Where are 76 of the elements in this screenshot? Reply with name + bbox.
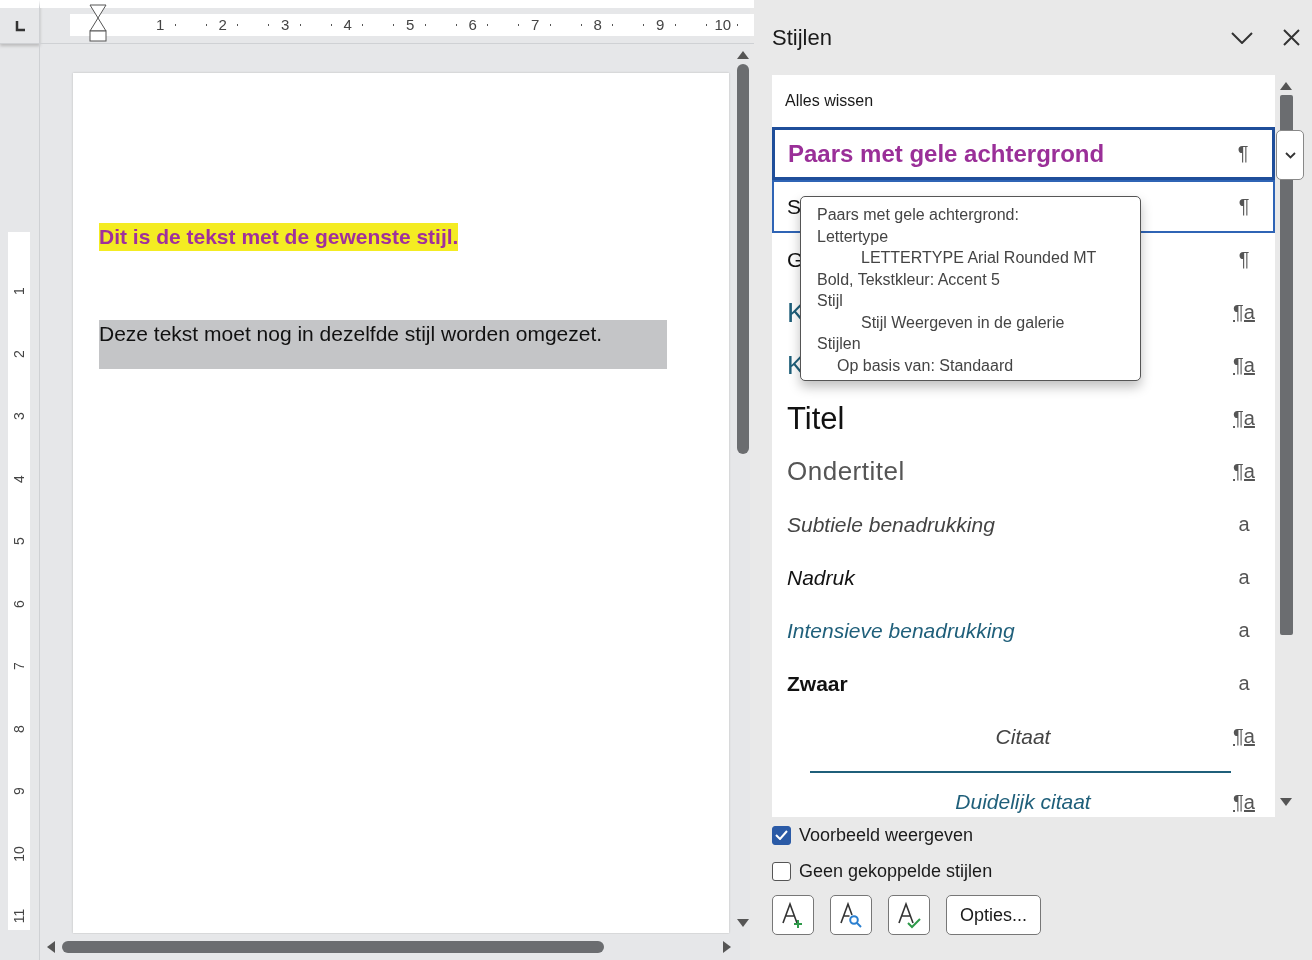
- style-type-mark: a: [1237, 619, 1251, 642]
- style-name: Intensieve benadrukking: [787, 618, 1015, 643]
- style-name: Paars met gele achtergrond: [788, 139, 1105, 168]
- style-name: Zwaar: [787, 671, 848, 696]
- style-item[interactable]: Subtiele benadrukking a: [772, 498, 1275, 551]
- ruler-number: 6: [11, 599, 27, 608]
- checkbox-label: Voorbeeld weergeven: [799, 824, 974, 846]
- style-item[interactable]: Citaat ¶a: [772, 710, 1275, 763]
- scroll-down-icon[interactable]: [1279, 797, 1293, 807]
- style-name: Citaat: [995, 724, 1051, 749]
- scroll-up-icon[interactable]: [736, 50, 750, 60]
- style-item[interactable]: Intensieve benadrukking a: [772, 604, 1275, 657]
- style-type-mark: ¶: [1236, 142, 1250, 165]
- style-item[interactable]: Zwaar a: [772, 657, 1275, 710]
- linked-style-mark: ¶a: [1232, 725, 1256, 748]
- tooltip-text: Paars met gele achtergrond:: [817, 205, 1020, 225]
- scrollbar-thumb[interactable]: [1279, 95, 1293, 635]
- style-name: Ondertitel: [787, 456, 905, 487]
- ruler-number: 3: [11, 412, 27, 421]
- close-icon[interactable]: [1283, 29, 1300, 46]
- style-item[interactable]: Titel ¶a: [772, 392, 1275, 445]
- linked-style-mark: ¶a: [1232, 460, 1256, 483]
- clear-all-item[interactable]: Alles wissen: [772, 75, 1275, 127]
- style-name: Subtiele benadrukking: [787, 512, 995, 537]
- tooltip-text: LETTERTYPE Arial Rounded MT: [860, 248, 1098, 268]
- tab-stop-icon: [13, 19, 26, 32]
- style-inspector-button[interactable]: [830, 895, 872, 935]
- style-type-mark: a: [1237, 672, 1251, 695]
- style-type-mark: a: [1237, 566, 1251, 589]
- checkbox-label: Geen gekoppelde stijlen: [799, 860, 993, 882]
- style-name: Nadruk: [787, 565, 855, 590]
- chevron-down-icon[interactable]: [1231, 31, 1253, 44]
- ruler-number: 4: [11, 474, 27, 483]
- style-type-mark: ¶: [1237, 195, 1251, 218]
- scroll-down-icon[interactable]: [736, 918, 750, 928]
- style-item[interactable]: Nadruk a: [772, 551, 1275, 604]
- style-item[interactable]: Ondertitel ¶a: [772, 445, 1275, 498]
- options-button[interactable]: Opties...: [946, 895, 1042, 935]
- indent-marker-icon[interactable]: [88, 4, 108, 42]
- style-name: Titel: [787, 400, 845, 437]
- style-type-mark: a: [1237, 513, 1251, 536]
- style-menu-button[interactable]: [1276, 130, 1304, 180]
- tooltip-text: Stijlen: [817, 334, 862, 354]
- ruler-number: 1: [11, 287, 27, 296]
- ruler-number: 5: [11, 537, 27, 546]
- style-name: Duidelijk citaat: [955, 790, 1091, 814]
- scroll-up-icon[interactable]: [1279, 81, 1293, 91]
- check-icon: [775, 830, 788, 840]
- scrollbar-thumb[interactable]: [62, 941, 604, 953]
- tooltip-text: Lettertype: [817, 226, 890, 247]
- ruler-number: 9: [11, 787, 27, 796]
- chevron-down-icon: [1284, 151, 1296, 159]
- ruler-number: 11: [11, 909, 27, 924]
- scroll-left-icon[interactable]: [46, 940, 56, 954]
- selected-text: Deze tekst moet nog in dezelfde stijl worden omgezet.: [99, 320, 667, 369]
- tooltip-text: Stijl: [817, 291, 844, 311]
- ruler-number: 7: [11, 662, 27, 671]
- ruler-number: 2: [11, 349, 27, 358]
- linked-style-mark: ¶a: [1232, 407, 1256, 430]
- tooltip-text: Bold, Tekstkleur: Accent 5: [817, 269, 1001, 290]
- scrollbar-thumb[interactable]: [737, 64, 749, 454]
- ruler-number: 10: [11, 845, 27, 862]
- ruler-number: 8: [11, 724, 27, 733]
- style-name: S: [787, 194, 801, 219]
- manage-styles-button[interactable]: [888, 895, 930, 935]
- tooltip-text: Stijl Weergeven in de galerie: [860, 312, 1066, 333]
- scroll-right-icon[interactable]: [722, 940, 732, 954]
- new-style-button[interactable]: [772, 895, 814, 935]
- style-item[interactable]: Duidelijk citaat ¶a: [772, 763, 1275, 816]
- checkbox[interactable]: [772, 825, 791, 845]
- manage-styles-icon: [895, 901, 923, 929]
- checkbox[interactable]: [772, 861, 791, 881]
- tooltip-text: Op basis van: Standaard: [836, 355, 1015, 376]
- linked-style-mark: ¶a: [1232, 791, 1256, 814]
- pane-title: Stijlen: [772, 24, 833, 51]
- highlighted-text: Dit is de tekst met de gewenste stijl.: [99, 223, 459, 251]
